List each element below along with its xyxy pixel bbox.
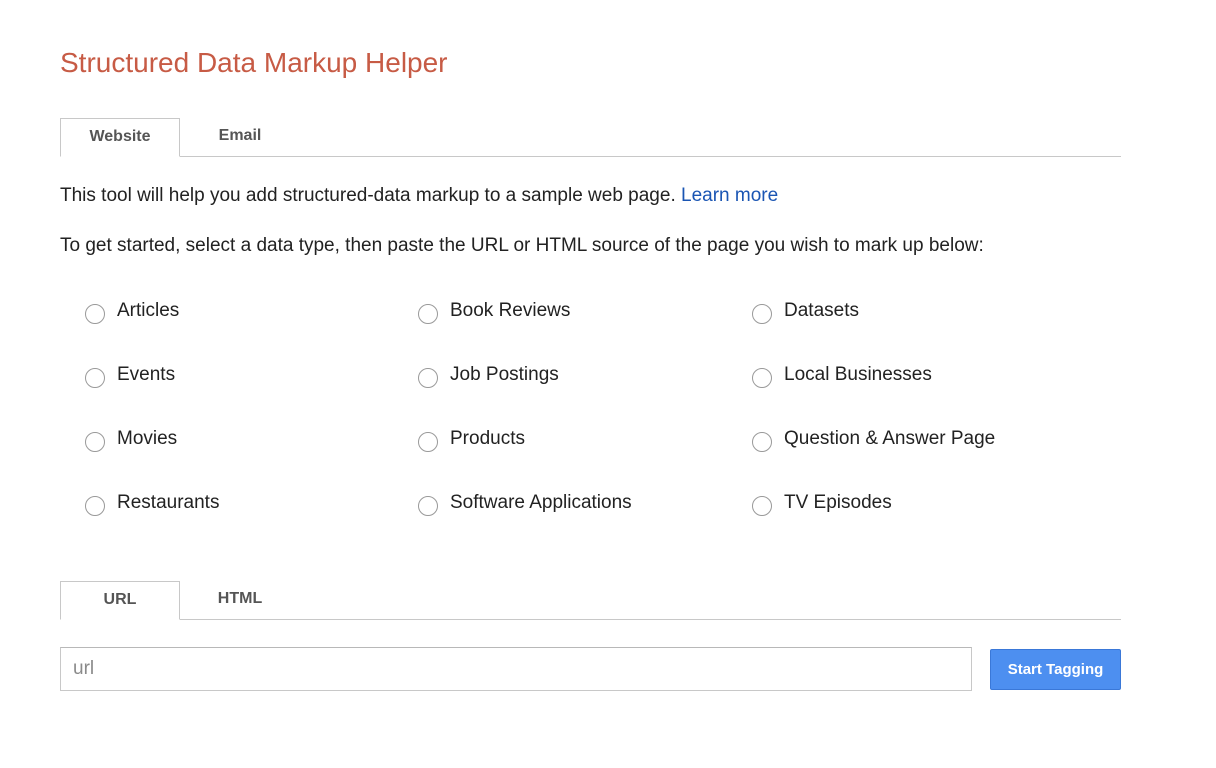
source-tabbar: Website Email (60, 118, 1121, 157)
data-type-restaurants[interactable]: Restaurants (85, 488, 219, 518)
radio-button[interactable] (85, 431, 105, 452)
markup-helper-page: Structured Data Markup Helper Website Em… (0, 0, 1216, 768)
learn-more-link[interactable]: Learn more (681, 185, 778, 206)
radio-button[interactable] (418, 367, 438, 388)
data-type-products[interactable]: Products (418, 424, 525, 454)
radio-button[interactable] (418, 495, 438, 516)
data-type-label: Datasets (784, 300, 859, 321)
data-type-label: Book Reviews (450, 300, 571, 321)
data-type-label: Movies (117, 428, 178, 449)
radio-button[interactable] (752, 303, 772, 324)
data-type-question-answer-page[interactable]: Question & Answer Page (752, 424, 995, 454)
data-type-local-businesses[interactable]: Local Businesses (752, 360, 932, 390)
radio-button[interactable] (752, 431, 772, 452)
data-type-datasets[interactable]: Datasets (752, 296, 859, 326)
intro-text: This tool will help you add structured-d… (60, 184, 778, 208)
data-type-label: Events (117, 364, 176, 385)
radio-button[interactable] (418, 303, 438, 324)
tab-html[interactable]: HTML (180, 581, 300, 619)
radio-button[interactable] (85, 367, 105, 388)
tab-website[interactable]: Website (60, 118, 180, 157)
data-type-label: Local Businesses (784, 364, 932, 385)
tab-url[interactable]: URL (60, 581, 180, 620)
start-tagging-button[interactable]: Start Tagging (990, 649, 1121, 690)
input-mode-tabbar: URL HTML (60, 581, 1121, 620)
url-input[interactable] (60, 647, 972, 691)
tab-email[interactable]: Email (180, 118, 300, 156)
instructions-text: To get started, select a data type, then… (60, 235, 984, 256)
radio-button[interactable] (85, 303, 105, 324)
radio-button[interactable] (752, 495, 772, 516)
radio-button[interactable] (418, 431, 438, 452)
data-type-movies[interactable]: Movies (85, 424, 177, 454)
data-type-label: Articles (117, 300, 180, 321)
page-title: Structured Data Markup Helper (60, 47, 448, 78)
data-type-tv-episodes[interactable]: TV Episodes (752, 488, 892, 518)
data-type-label: TV Episodes (784, 492, 892, 513)
data-type-label: Job Postings (450, 364, 559, 385)
data-type-software-applications[interactable]: Software Applications (418, 488, 632, 518)
data-type-label: Question & Answer Page (784, 428, 996, 449)
data-type-articles[interactable]: Articles (85, 296, 179, 326)
data-type-book-reviews[interactable]: Book Reviews (418, 296, 570, 326)
radio-button[interactable] (752, 367, 772, 388)
intro-description: This tool will help you add structured-d… (60, 185, 676, 206)
radio-button[interactable] (85, 495, 105, 516)
data-type-label: Restaurants (117, 492, 220, 513)
data-type-label: Software Applications (450, 492, 632, 513)
data-type-label: Products (450, 428, 525, 449)
data-type-events[interactable]: Events (85, 360, 175, 390)
data-type-job-postings[interactable]: Job Postings (418, 360, 559, 390)
